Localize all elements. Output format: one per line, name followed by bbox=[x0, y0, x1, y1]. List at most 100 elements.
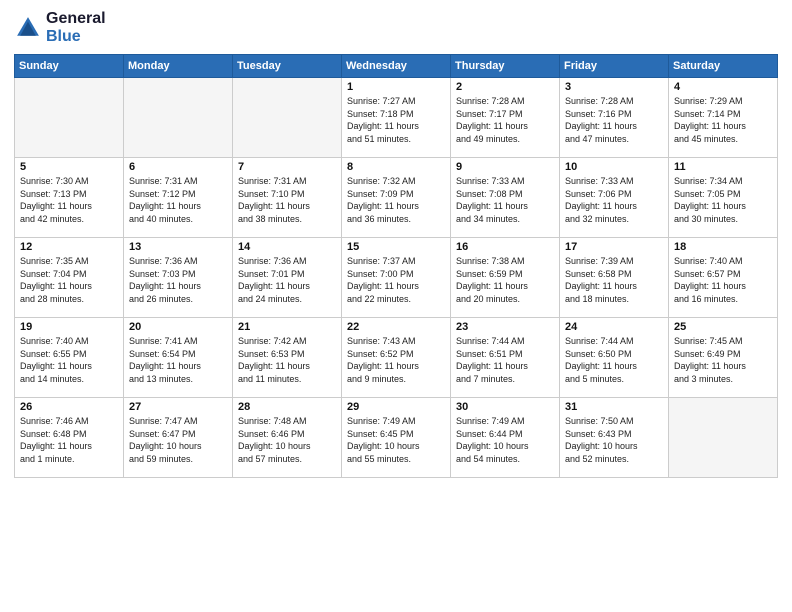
day-number: 14 bbox=[238, 241, 336, 253]
logo: General Blue bbox=[14, 10, 106, 46]
weekday-header: Friday bbox=[560, 55, 669, 78]
day-number: 31 bbox=[565, 401, 663, 413]
calendar-cell: 2 Sunrise: 7:28 AM Sunset: 7:17 PM Daylig… bbox=[451, 78, 560, 158]
day-info: Sunrise: 7:37 AM Sunset: 7:00 PM Dayligh… bbox=[347, 255, 445, 305]
day-info: Sunrise: 7:32 AM Sunset: 7:09 PM Dayligh… bbox=[347, 175, 445, 225]
calendar-cell: 17 Sunrise: 7:39 AM Sunset: 6:58 PM Dayli… bbox=[560, 238, 669, 318]
day-number: 6 bbox=[129, 161, 227, 173]
day-info: Sunrise: 7:31 AM Sunset: 7:10 PM Dayligh… bbox=[238, 175, 336, 225]
day-info: Sunrise: 7:43 AM Sunset: 6:52 PM Dayligh… bbox=[347, 335, 445, 385]
day-number: 9 bbox=[456, 161, 554, 173]
day-info: Sunrise: 7:40 AM Sunset: 6:57 PM Dayligh… bbox=[674, 255, 772, 305]
day-info: Sunrise: 7:33 AM Sunset: 7:08 PM Dayligh… bbox=[456, 175, 554, 225]
day-number: 28 bbox=[238, 401, 336, 413]
day-info: Sunrise: 7:44 AM Sunset: 6:51 PM Dayligh… bbox=[456, 335, 554, 385]
logo-icon bbox=[14, 14, 42, 42]
day-info: Sunrise: 7:44 AM Sunset: 6:50 PM Dayligh… bbox=[565, 335, 663, 385]
day-number: 17 bbox=[565, 241, 663, 253]
calendar-cell: 6 Sunrise: 7:31 AM Sunset: 7:12 PM Daylig… bbox=[124, 158, 233, 238]
day-number: 26 bbox=[20, 401, 118, 413]
calendar-cell: 18 Sunrise: 7:40 AM Sunset: 6:57 PM Dayli… bbox=[669, 238, 778, 318]
calendar-cell: 1 Sunrise: 7:27 AM Sunset: 7:18 PM Daylig… bbox=[342, 78, 451, 158]
logo-text: General Blue bbox=[46, 10, 106, 46]
calendar-cell bbox=[124, 78, 233, 158]
day-info: Sunrise: 7:42 AM Sunset: 6:53 PM Dayligh… bbox=[238, 335, 336, 385]
day-number: 18 bbox=[674, 241, 772, 253]
day-info: Sunrise: 7:39 AM Sunset: 6:58 PM Dayligh… bbox=[565, 255, 663, 305]
calendar-cell: 15 Sunrise: 7:37 AM Sunset: 7:00 PM Dayli… bbox=[342, 238, 451, 318]
day-number: 22 bbox=[347, 321, 445, 333]
day-info: Sunrise: 7:35 AM Sunset: 7:04 PM Dayligh… bbox=[20, 255, 118, 305]
day-info: Sunrise: 7:46 AM Sunset: 6:48 PM Dayligh… bbox=[20, 415, 118, 465]
header: General Blue bbox=[14, 10, 778, 46]
day-number: 13 bbox=[129, 241, 227, 253]
day-number: 3 bbox=[565, 81, 663, 93]
weekday-header: Monday bbox=[124, 55, 233, 78]
day-number: 12 bbox=[20, 241, 118, 253]
day-number: 19 bbox=[20, 321, 118, 333]
day-info: Sunrise: 7:47 AM Sunset: 6:47 PM Dayligh… bbox=[129, 415, 227, 465]
calendar-cell: 7 Sunrise: 7:31 AM Sunset: 7:10 PM Daylig… bbox=[233, 158, 342, 238]
day-info: Sunrise: 7:50 AM Sunset: 6:43 PM Dayligh… bbox=[565, 415, 663, 465]
day-info: Sunrise: 7:49 AM Sunset: 6:44 PM Dayligh… bbox=[456, 415, 554, 465]
day-number: 2 bbox=[456, 81, 554, 93]
week-row: 26 Sunrise: 7:46 AM Sunset: 6:48 PM Dayli… bbox=[15, 398, 778, 478]
calendar-cell bbox=[233, 78, 342, 158]
day-number: 1 bbox=[347, 81, 445, 93]
calendar-cell: 31 Sunrise: 7:50 AM Sunset: 6:43 PM Dayli… bbox=[560, 398, 669, 478]
calendar-cell: 21 Sunrise: 7:42 AM Sunset: 6:53 PM Dayli… bbox=[233, 318, 342, 398]
day-info: Sunrise: 7:34 AM Sunset: 7:05 PM Dayligh… bbox=[674, 175, 772, 225]
day-number: 27 bbox=[129, 401, 227, 413]
calendar-cell: 22 Sunrise: 7:43 AM Sunset: 6:52 PM Dayli… bbox=[342, 318, 451, 398]
calendar-cell bbox=[15, 78, 124, 158]
day-info: Sunrise: 7:38 AM Sunset: 6:59 PM Dayligh… bbox=[456, 255, 554, 305]
day-number: 15 bbox=[347, 241, 445, 253]
weekday-header: Saturday bbox=[669, 55, 778, 78]
calendar-cell: 20Sunrise: 7:41 AM Sunset: 6:54 PM Dayli… bbox=[124, 318, 233, 398]
day-number: 11 bbox=[674, 161, 772, 173]
calendar-cell: 28 Sunrise: 7:48 AM Sunset: 6:46 PM Dayli… bbox=[233, 398, 342, 478]
calendar-cell: 25 Sunrise: 7:45 AM Sunset: 6:49 PM Dayli… bbox=[669, 318, 778, 398]
day-info: Sunrise: 7:48 AM Sunset: 6:46 PM Dayligh… bbox=[238, 415, 336, 465]
weekday-header: Wednesday bbox=[342, 55, 451, 78]
day-info: Sunrise: 7:36 AM Sunset: 7:03 PM Dayligh… bbox=[129, 255, 227, 305]
calendar-cell: 11 Sunrise: 7:34 AM Sunset: 7:05 PM Dayli… bbox=[669, 158, 778, 238]
calendar-cell: 16Sunrise: 7:38 AM Sunset: 6:59 PM Dayli… bbox=[451, 238, 560, 318]
calendar-cell: 30 Sunrise: 7:49 AM Sunset: 6:44 PM Dayli… bbox=[451, 398, 560, 478]
day-info: Sunrise: 7:45 AM Sunset: 6:49 PM Dayligh… bbox=[674, 335, 772, 385]
day-info: Sunrise: 7:28 AM Sunset: 7:17 PM Dayligh… bbox=[456, 95, 554, 145]
day-info: Sunrise: 7:33 AM Sunset: 7:06 PM Dayligh… bbox=[565, 175, 663, 225]
day-info: Sunrise: 7:30 AM Sunset: 7:13 PM Dayligh… bbox=[20, 175, 118, 225]
calendar-cell: 29Sunrise: 7:49 AM Sunset: 6:45 PM Dayli… bbox=[342, 398, 451, 478]
day-number: 30 bbox=[456, 401, 554, 413]
calendar-cell: 26 Sunrise: 7:46 AM Sunset: 6:48 PM Dayli… bbox=[15, 398, 124, 478]
calendar-table: SundayMondayTuesdayWednesdayThursdayFrid… bbox=[14, 54, 778, 478]
day-info: Sunrise: 7:40 AM Sunset: 6:55 PM Dayligh… bbox=[20, 335, 118, 385]
calendar-cell: 12 Sunrise: 7:35 AM Sunset: 7:04 PM Dayli… bbox=[15, 238, 124, 318]
day-number: 20 bbox=[129, 321, 227, 333]
day-info: Sunrise: 7:31 AM Sunset: 7:12 PM Dayligh… bbox=[129, 175, 227, 225]
day-number: 8 bbox=[347, 161, 445, 173]
calendar-cell: 10 Sunrise: 7:33 AM Sunset: 7:06 PM Dayli… bbox=[560, 158, 669, 238]
calendar-cell: 5 Sunrise: 7:30 AM Sunset: 7:13 PM Daylig… bbox=[15, 158, 124, 238]
calendar-cell: 3 Sunrise: 7:28 AM Sunset: 7:16 PM Daylig… bbox=[560, 78, 669, 158]
calendar-cell bbox=[669, 398, 778, 478]
calendar-cell: 13 Sunrise: 7:36 AM Sunset: 7:03 PM Dayli… bbox=[124, 238, 233, 318]
week-row: 12 Sunrise: 7:35 AM Sunset: 7:04 PM Dayli… bbox=[15, 238, 778, 318]
day-number: 4 bbox=[674, 81, 772, 93]
calendar-cell: 23Sunrise: 7:44 AM Sunset: 6:51 PM Dayli… bbox=[451, 318, 560, 398]
weekday-header: Sunday bbox=[15, 55, 124, 78]
week-row: 19 Sunrise: 7:40 AM Sunset: 6:55 PM Dayli… bbox=[15, 318, 778, 398]
day-info: Sunrise: 7:36 AM Sunset: 7:01 PM Dayligh… bbox=[238, 255, 336, 305]
calendar-cell: 9 Sunrise: 7:33 AM Sunset: 7:08 PM Daylig… bbox=[451, 158, 560, 238]
day-number: 5 bbox=[20, 161, 118, 173]
day-info: Sunrise: 7:29 AM Sunset: 7:14 PM Dayligh… bbox=[674, 95, 772, 145]
day-number: 10 bbox=[565, 161, 663, 173]
day-info: Sunrise: 7:27 AM Sunset: 7:18 PM Dayligh… bbox=[347, 95, 445, 145]
day-number: 7 bbox=[238, 161, 336, 173]
day-number: 21 bbox=[238, 321, 336, 333]
day-number: 25 bbox=[674, 321, 772, 333]
day-info: Sunrise: 7:28 AM Sunset: 7:16 PM Dayligh… bbox=[565, 95, 663, 145]
weekday-header: Thursday bbox=[451, 55, 560, 78]
calendar-cell: 14 Sunrise: 7:36 AM Sunset: 7:01 PM Dayli… bbox=[233, 238, 342, 318]
